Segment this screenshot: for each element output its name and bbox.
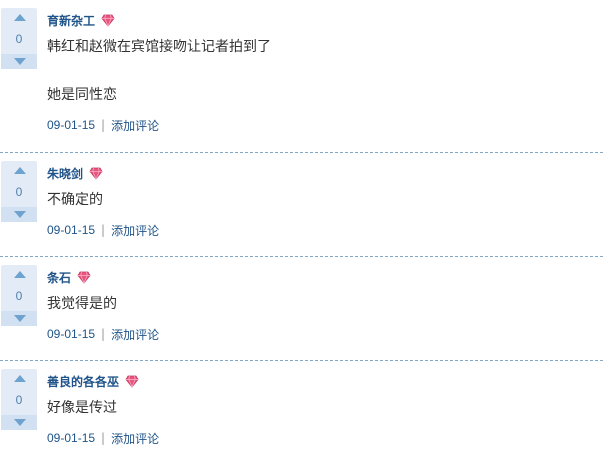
vote-box: 0 (1, 161, 37, 222)
answer-body: 善良的各各巫 好像是传过 09-01-15 | 添加评论 (47, 361, 603, 448)
answer-body: 朱晓剑 不确定的 09-01-15 | 添加评论 (47, 153, 603, 240)
meta-separator: | (101, 327, 106, 341)
pink-gem-icon (89, 167, 103, 180)
vote-down-button[interactable] (1, 311, 37, 326)
answer-body: 条石 我觉得是的 09-01-15 | 添加评论 (47, 257, 603, 344)
pink-gem-icon (125, 375, 139, 388)
answer-text-line: 好像是传过 (47, 400, 117, 416)
vote-count: 0 (15, 185, 23, 199)
vote-up-button[interactable] (1, 371, 37, 385)
arrow-down-icon (14, 419, 26, 426)
pink-gem-icon (77, 271, 91, 284)
answer-meta: 09-01-15 | 添加评论 (47, 220, 603, 240)
vote-down-button[interactable] (1, 415, 37, 430)
answer-content: 好像是传过 (47, 396, 603, 420)
arrow-down-icon (14, 58, 26, 65)
username-link[interactable]: 朱晓剑 (47, 165, 83, 182)
answer-date: 09-01-15 (47, 431, 96, 445)
answer-text-line: 我觉得是的 (47, 296, 117, 312)
answer-item: 0 朱晓剑 不确定的 09-01-15 | 添加评论 (0, 153, 603, 257)
meta-separator: | (101, 118, 106, 132)
username-link[interactable]: 育新杂工 (47, 12, 95, 29)
answer-text-line: 韩红和赵微在宾馆接吻让记者拍到了 (47, 39, 271, 55)
pink-gem-icon (101, 14, 115, 27)
answer-content: 我觉得是的 (47, 292, 603, 316)
vote-count: 0 (15, 32, 23, 46)
answer-date: 09-01-15 (47, 223, 96, 237)
answer-list: 0 育新杂工 韩红和赵微在宾馆接吻让记者拍到了 她是同性恋 09-01-15 |… (0, 0, 603, 457)
add-comment-link[interactable]: 添加评论 (111, 430, 159, 447)
vote-box: 0 (1, 8, 37, 69)
vote-up-button[interactable] (1, 267, 37, 281)
meta-separator: | (101, 431, 106, 445)
answer-text-line: 不确定的 (47, 192, 103, 208)
vote-box: 0 (1, 369, 37, 430)
answer-date: 09-01-15 (47, 327, 96, 341)
username-link[interactable]: 善良的各各巫 (47, 373, 119, 390)
answer-meta: 09-01-15 | 添加评论 (47, 115, 603, 135)
answer-item: 0 育新杂工 韩红和赵微在宾馆接吻让记者拍到了 她是同性恋 09-01-15 |… (0, 0, 603, 153)
arrow-up-icon (14, 167, 26, 174)
username-link[interactable]: 条石 (47, 269, 71, 286)
arrow-down-icon (14, 211, 26, 218)
answer-item: 0 善良的各各巫 好像是传过 09-01-15 | 添加评论 (0, 361, 603, 457)
answer-item: 0 条石 我觉得是的 09-01-15 | 添加评论 (0, 257, 603, 361)
vote-count: 0 (15, 289, 23, 303)
answer-author: 条石 (47, 267, 603, 287)
answer-content: 韩红和赵微在宾馆接吻让记者拍到了 她是同性恋 (47, 35, 603, 107)
vote-count: 0 (15, 393, 23, 407)
vote-up-button[interactable] (1, 10, 37, 24)
arrow-up-icon (14, 271, 26, 278)
answer-author: 育新杂工 (47, 10, 603, 30)
add-comment-link[interactable]: 添加评论 (111, 222, 159, 239)
arrow-up-icon (14, 14, 26, 21)
answer-date: 09-01-15 (47, 118, 96, 132)
arrow-down-icon (14, 315, 26, 322)
answer-author: 朱晓剑 (47, 163, 603, 183)
vote-down-button[interactable] (1, 54, 37, 69)
add-comment-link[interactable]: 添加评论 (111, 117, 159, 134)
vote-up-button[interactable] (1, 163, 37, 177)
add-comment-link[interactable]: 添加评论 (111, 326, 159, 343)
vote-down-button[interactable] (1, 207, 37, 222)
answer-meta: 09-01-15 | 添加评论 (47, 324, 603, 344)
answer-text-line: 她是同性恋 (47, 87, 117, 103)
arrow-up-icon (14, 375, 26, 382)
answer-author: 善良的各各巫 (47, 371, 603, 391)
answer-meta: 09-01-15 | 添加评论 (47, 428, 603, 448)
answer-body: 育新杂工 韩红和赵微在宾馆接吻让记者拍到了 她是同性恋 09-01-15 | 添… (47, 0, 603, 135)
meta-separator: | (101, 223, 106, 237)
answer-content: 不确定的 (47, 188, 603, 212)
vote-box: 0 (1, 265, 37, 326)
